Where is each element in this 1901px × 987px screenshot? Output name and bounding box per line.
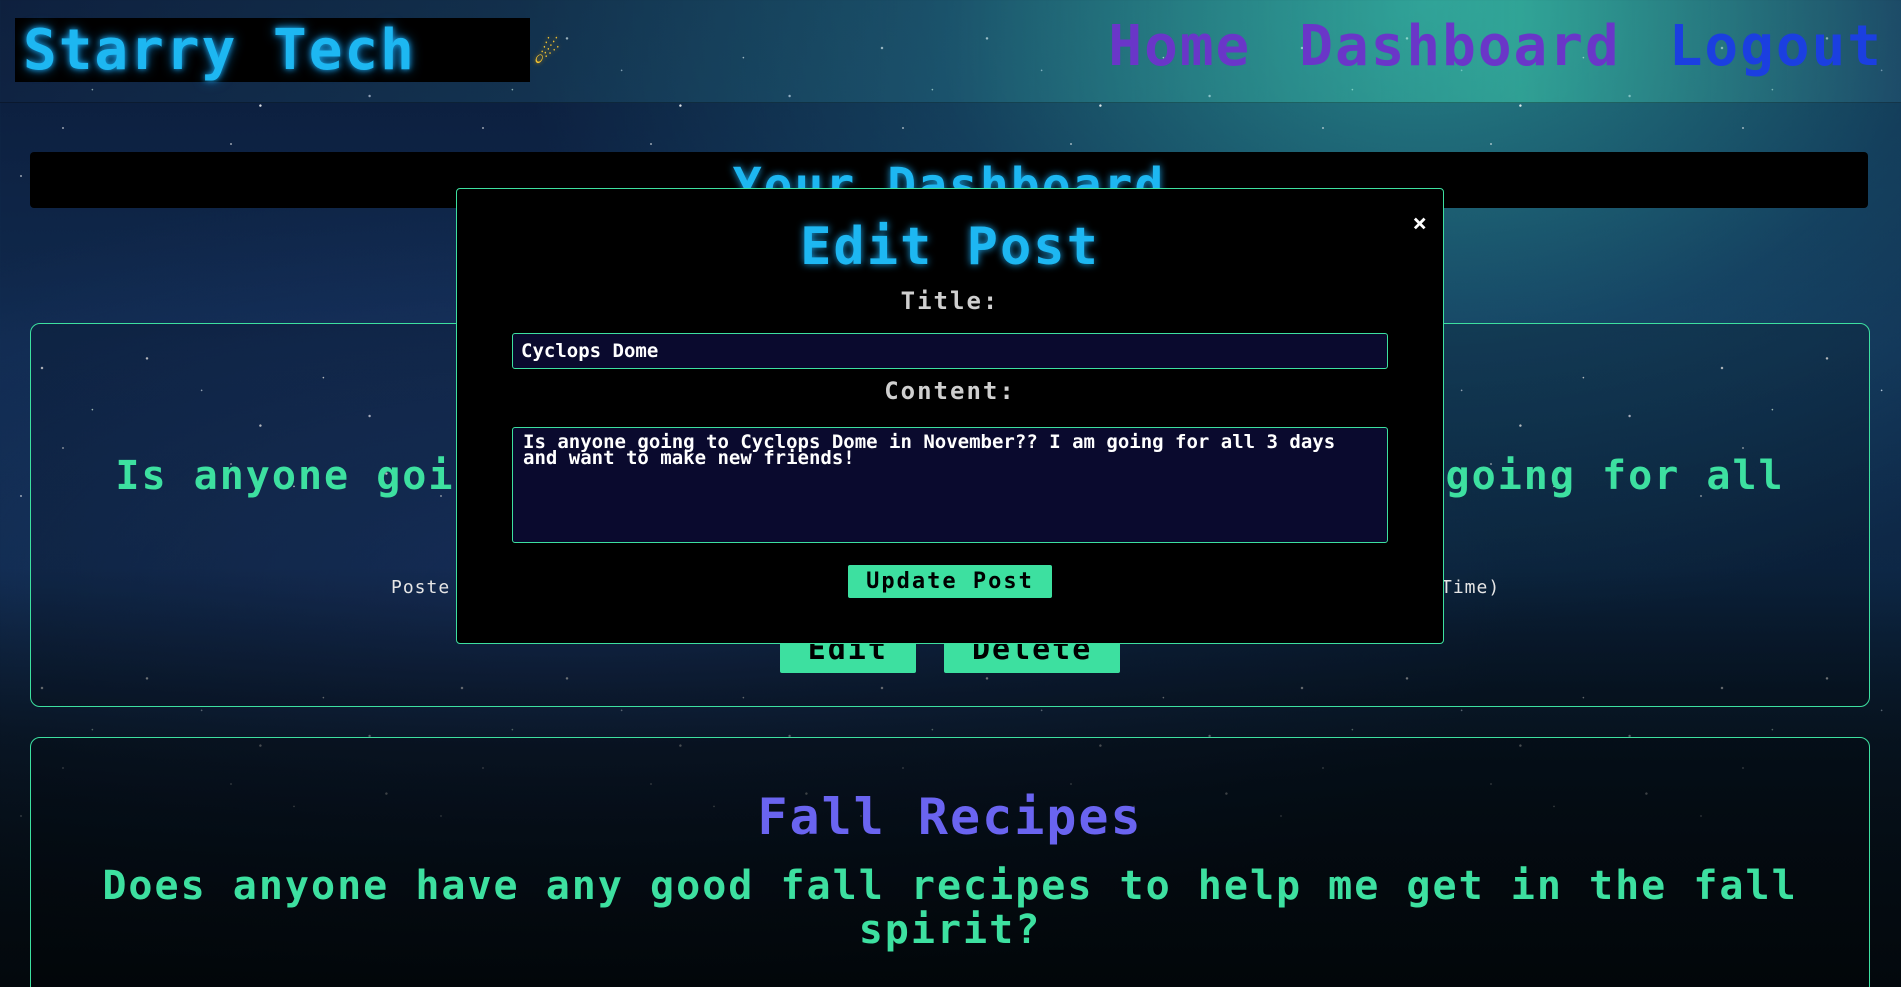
post-body: Does anyone have any good fall recipes t… — [102, 863, 1798, 953]
edit-post-modal: × Edit Post Title: Content: Is anyone go… — [456, 188, 1444, 644]
title-label: Title: — [900, 287, 1000, 315]
modal-title: Edit Post — [800, 217, 1100, 277]
brand-title[interactable]: Starry Tech — [15, 18, 416, 83]
site-header: Starry Tech ☄ Home Dashboard Logout — [0, 0, 1901, 103]
content-label: Content: — [884, 377, 1016, 405]
post-meta-left: Poste — [391, 577, 451, 598]
brand-box[interactable]: Starry Tech — [15, 18, 530, 83]
post-card: Fall Recipes Does anyone have any good f… — [30, 737, 1870, 987]
update-post-button[interactable]: Update Post — [848, 565, 1052, 598]
nav-link-dashboard[interactable]: Dashboard — [1299, 14, 1620, 79]
close-icon[interactable]: × — [1413, 209, 1427, 237]
main-nav: Home Dashboard Logout — [1108, 14, 1883, 79]
post-meta-right: Time) — [1441, 577, 1501, 598]
nav-link-logout[interactable]: Logout — [1669, 14, 1883, 79]
post-content-textarea[interactable]: Is anyone going to Cyclops Dome in Novem… — [512, 427, 1388, 543]
shooting-star-icon: ☄ — [535, 28, 560, 74]
post-title: Fall Recipes — [757, 788, 1143, 846]
nav-link-home[interactable]: Home — [1108, 14, 1251, 79]
post-title-input[interactable] — [512, 333, 1388, 369]
